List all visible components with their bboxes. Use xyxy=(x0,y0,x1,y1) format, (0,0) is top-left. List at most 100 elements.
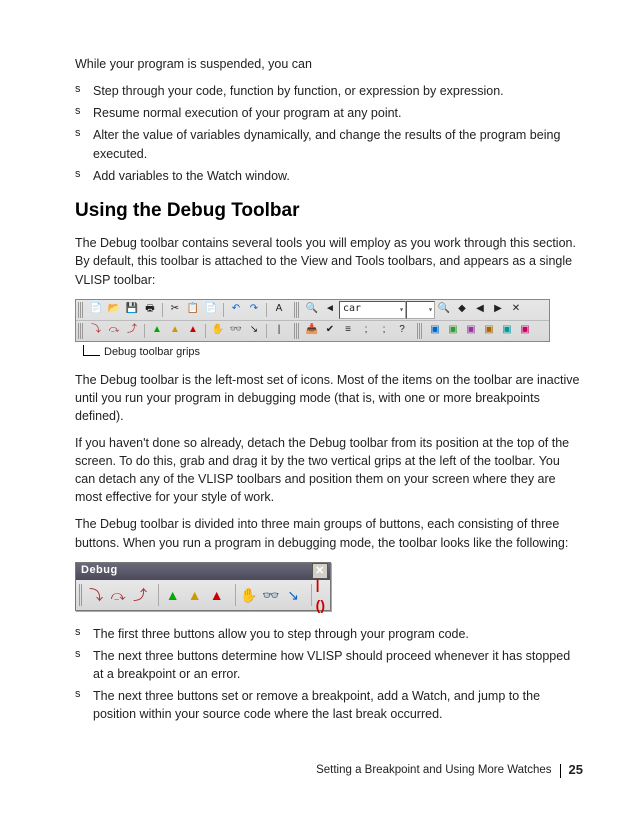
pointer-line xyxy=(83,345,100,356)
step-into-icon[interactable]: ⤵ xyxy=(88,323,104,339)
list-item: The next three buttons determine how VLI… xyxy=(75,647,583,683)
list-item: The first three buttons allow you to ste… xyxy=(75,625,583,643)
search-back-icon[interactable]: ◄ xyxy=(322,302,338,318)
step-group: ⤵ ⤼ ⤴ xyxy=(85,585,151,605)
step-over-icon[interactable]: ⤼ xyxy=(106,323,122,339)
next-bookmark-icon[interactable]: ▶ xyxy=(490,302,506,318)
grip-handle[interactable] xyxy=(417,323,423,339)
step-out-icon[interactable]: ⤴ xyxy=(130,585,150,605)
cursor-pos-icon[interactable]: |() xyxy=(316,585,326,605)
prev-bookmark-icon[interactable]: ◀ xyxy=(472,302,488,318)
find-combo[interactable] xyxy=(406,301,435,319)
page-number: 25 xyxy=(569,761,583,780)
separator xyxy=(311,584,312,606)
save-icon[interactable]: 💾 xyxy=(124,302,140,318)
step-into-icon[interactable]: ⤵ xyxy=(86,585,106,605)
undo-icon[interactable]: ↶ xyxy=(228,302,244,318)
toolbar-row-bottom: ⤵ ⤼ ⤴ ▲ ▲ ▲ ✋ 👓 ↘ | 📥 ✔ ≡ ; ; ? ▣ ▣ ▣ ▣ … xyxy=(76,321,549,341)
continue-group: ▲ ▲ ▲ xyxy=(162,585,228,605)
clear-bookmark-icon[interactable]: ✕ xyxy=(508,302,524,318)
continue-icon[interactable]: ▲ xyxy=(163,585,183,605)
list-item: Add variables to the Watch window. xyxy=(75,167,583,185)
paste-icon[interactable]: 📄 xyxy=(203,302,219,318)
symbol-icon[interactable]: ▣ xyxy=(481,323,497,339)
bookmark-icon[interactable]: ◆ xyxy=(454,302,470,318)
help-icon[interactable]: ? xyxy=(394,323,410,339)
break-group: ✋ 👓 ↘ xyxy=(238,585,304,605)
continue-icon[interactable]: ▲ xyxy=(149,323,165,339)
page: While your program is suspended, you can… xyxy=(0,0,638,822)
grip-handle[interactable] xyxy=(78,323,84,339)
footer-text: Setting a Breakpoint and Using More Watc… xyxy=(316,762,551,779)
paragraph: The Debug toolbar contains several tools… xyxy=(75,234,583,288)
quit-icon[interactable]: ▲ xyxy=(167,323,183,339)
trace-icon[interactable]: ▣ xyxy=(463,323,479,339)
debug-buttons-row: ⤵ ⤼ ⤴ ▲ ▲ ▲ ✋ 👓 ↘ |() xyxy=(76,580,330,610)
separator xyxy=(144,324,145,338)
inspect-icon[interactable]: ▣ xyxy=(445,323,461,339)
separator xyxy=(223,303,224,317)
search-icon[interactable]: 🔍 xyxy=(304,302,320,318)
print-icon[interactable]: 🖶 xyxy=(142,302,158,318)
vlisp-toolbar: 📄 📂 💾 🖶 ✂ 📋 📄 ↶ ↷ A 🔍 ◄ car 🔍 ◆ ◀ ▶ ✕ xyxy=(75,299,550,342)
uncomment-icon[interactable]: ; xyxy=(376,323,392,339)
step-out-icon[interactable]: ⤴ xyxy=(124,323,140,339)
debug-title: Debug xyxy=(81,563,118,579)
symbol-combo[interactable]: car xyxy=(339,301,406,319)
paragraph: The Debug toolbar is divided into three … xyxy=(75,515,583,551)
breakpoint-icon[interactable]: ✋ xyxy=(210,323,226,339)
step-over-icon[interactable]: ⤼ xyxy=(108,585,128,605)
debug-titlebar[interactable]: Debug ✕ xyxy=(76,563,330,580)
grip-handle[interactable] xyxy=(79,584,82,606)
list-item: Step through your code, function by func… xyxy=(75,82,583,100)
grip-handle[interactable] xyxy=(78,302,84,318)
list-item: Alter the value of variables dynamically… xyxy=(75,126,583,162)
toolbar-row-top: 📄 📂 💾 🖶 ✂ 📋 📄 ↶ ↷ A 🔍 ◄ car 🔍 ◆ ◀ ▶ ✕ xyxy=(76,300,549,321)
load-icon[interactable]: 📥 xyxy=(304,323,320,339)
format-icon[interactable]: ≡ xyxy=(340,323,356,339)
combo-value: car xyxy=(343,302,361,317)
text-icon[interactable]: A xyxy=(271,302,287,318)
project-icon[interactable]: ▣ xyxy=(517,323,533,339)
separator xyxy=(266,324,267,338)
watch-icon[interactable]: 👓 xyxy=(228,323,244,339)
debug-toolbar-window[interactable]: Debug ✕ ⤵ ⤼ ⤴ ▲ ▲ ▲ ✋ 👓 ↘ |() xyxy=(75,562,331,611)
reset-icon[interactable]: ▲ xyxy=(185,323,201,339)
comment-icon[interactable]: ; xyxy=(358,323,374,339)
list-item: The next three buttons set or remove a b… xyxy=(75,687,583,723)
redo-icon[interactable]: ↷ xyxy=(246,302,262,318)
new-file-icon[interactable]: 📄 xyxy=(88,302,104,318)
cursor-icon[interactable]: | xyxy=(271,323,287,339)
cut-icon[interactable]: ✂ xyxy=(167,302,183,318)
separator xyxy=(158,584,159,606)
separator xyxy=(266,303,267,317)
footer-divider xyxy=(560,764,561,778)
open-icon[interactable]: 📂 xyxy=(106,302,122,318)
last-break-icon[interactable]: ↘ xyxy=(246,323,262,339)
console-icon[interactable]: ▣ xyxy=(427,323,443,339)
copy-icon[interactable]: 📋 xyxy=(185,302,201,318)
find-icon[interactable]: 🔍 xyxy=(436,302,452,318)
check-icon[interactable]: ✔ xyxy=(322,323,338,339)
list-item: Resume normal execution of your program … xyxy=(75,104,583,122)
reset-icon[interactable]: ▲ xyxy=(207,585,227,605)
breakpoint-icon[interactable]: ✋ xyxy=(239,585,259,605)
apropos-icon[interactable]: ▣ xyxy=(499,323,515,339)
intro-paragraph: While your program is suspended, you can xyxy=(75,55,583,73)
page-footer: Setting a Breakpoint and Using More Watc… xyxy=(316,761,583,780)
caption-text: Debug toolbar grips xyxy=(104,346,200,358)
grip-handle[interactable] xyxy=(294,323,300,339)
separator xyxy=(235,584,236,606)
separator xyxy=(205,324,206,338)
toolbar-caption: Debug toolbar grips xyxy=(83,345,583,361)
section-heading: Using the Debug Toolbar xyxy=(75,197,583,225)
paragraph: If you haven't done so already, detach t… xyxy=(75,434,583,507)
watch-icon[interactable]: 👓 xyxy=(261,585,281,605)
top-list: Step through your code, function by func… xyxy=(75,82,583,185)
paragraph: The Debug toolbar is the left-most set o… xyxy=(75,371,583,425)
grip-handle[interactable] xyxy=(294,302,300,318)
quit-icon[interactable]: ▲ xyxy=(185,585,205,605)
bottom-list: The first three buttons allow you to ste… xyxy=(75,625,583,724)
separator xyxy=(162,303,163,317)
last-break-icon[interactable]: ↘ xyxy=(283,585,303,605)
